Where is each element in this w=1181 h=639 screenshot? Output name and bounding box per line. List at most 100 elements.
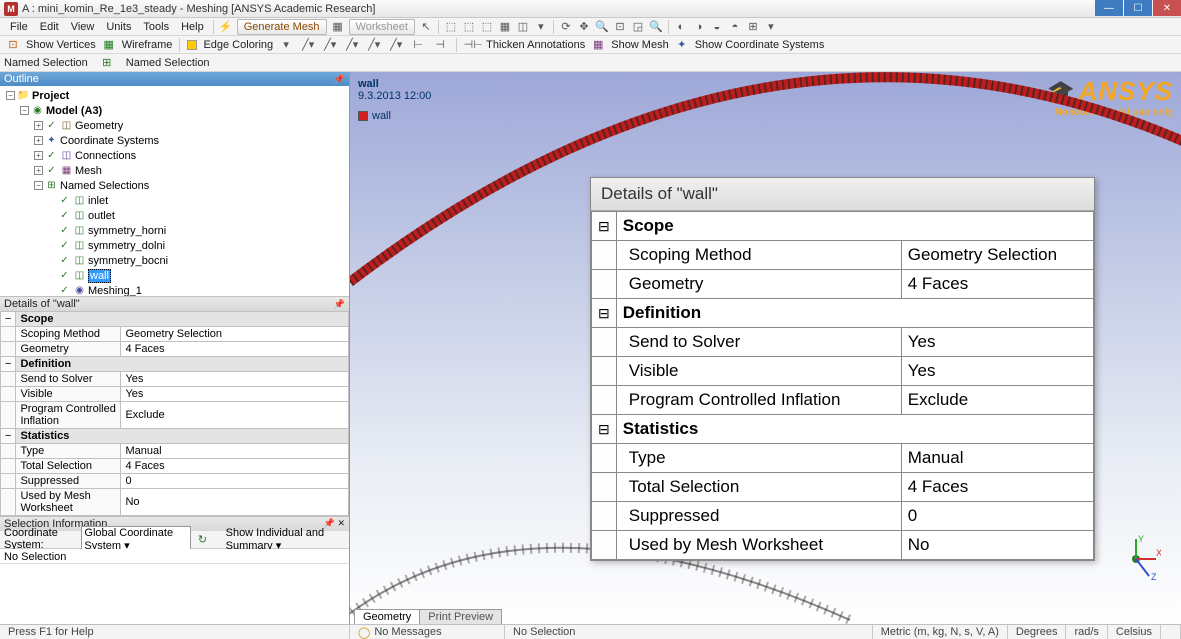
float-val-suppressed[interactable]: 0 bbox=[901, 502, 1093, 531]
collapse-icon[interactable]: ⊟ bbox=[592, 299, 617, 328]
val-total[interactable]: 4 Faces bbox=[121, 458, 349, 473]
collapse-icon[interactable]: − bbox=[20, 106, 29, 115]
float-val-total[interactable]: 4 Faces bbox=[901, 473, 1093, 502]
float-val-visible[interactable]: Yes bbox=[901, 357, 1093, 386]
collapse-icon[interactable]: − bbox=[6, 91, 15, 100]
tree-model[interactable]: −◉Model (A3) bbox=[0, 103, 349, 118]
dropdown-icon[interactable]: ▾ bbox=[763, 19, 779, 35]
float-val-geometry[interactable]: 4 Faces bbox=[901, 270, 1093, 299]
float-val-scoping[interactable]: Geometry Selection bbox=[901, 241, 1093, 270]
menu-file[interactable]: File bbox=[4, 21, 34, 33]
generate-mesh-button[interactable]: Generate Mesh bbox=[237, 19, 327, 35]
collapse-icon[interactable]: ⊟ bbox=[592, 212, 617, 241]
tab-geometry[interactable]: Geometry bbox=[354, 609, 420, 624]
vertices-icon[interactable]: ⊡ bbox=[5, 37, 21, 53]
tree-coord[interactable]: +✦Coordinate Systems bbox=[0, 133, 349, 148]
worksheet-button[interactable]: Worksheet bbox=[349, 19, 415, 35]
show-mesh-button[interactable]: Show Mesh bbox=[611, 39, 668, 51]
view-icon[interactable]: ◓ bbox=[727, 19, 743, 35]
panel-pin-icon[interactable]: 📌 bbox=[334, 74, 345, 85]
menu-units[interactable]: Units bbox=[100, 21, 137, 33]
expand-icon[interactable]: + bbox=[34, 136, 43, 145]
view-icon[interactable]: ◑ bbox=[691, 19, 707, 35]
edge-coloring-button[interactable]: Edge Coloring bbox=[203, 39, 273, 51]
collapse-icon[interactable]: − bbox=[1, 311, 16, 326]
show-vertices-button[interactable]: Show Vertices bbox=[26, 39, 96, 51]
expand-icon[interactable]: + bbox=[34, 151, 43, 160]
wireframe-icon[interactable]: ▦ bbox=[101, 37, 117, 53]
fit-icon[interactable]: ◲ bbox=[630, 19, 646, 35]
edge-tool-icon[interactable]: ╱▾ bbox=[322, 37, 338, 53]
select-icon[interactable]: ⬚ bbox=[479, 19, 495, 35]
float-val-inflation[interactable]: Exclude bbox=[901, 386, 1093, 415]
select-icon[interactable]: ▦ bbox=[497, 19, 513, 35]
status-degrees[interactable]: Degrees bbox=[1008, 625, 1067, 639]
select-icon[interactable]: ⬚ bbox=[443, 19, 459, 35]
float-val-usedby[interactable]: No bbox=[901, 531, 1093, 560]
pan-icon[interactable]: ✥ bbox=[576, 19, 592, 35]
view-icon[interactable]: ⊞ bbox=[745, 19, 761, 35]
edge-tool-icon[interactable]: ⊣ bbox=[432, 37, 448, 53]
dropdown-icon[interactable]: ▾ bbox=[533, 19, 549, 35]
val-scoping-method[interactable]: Geometry Selection bbox=[121, 326, 349, 341]
tree-mesh[interactable]: +✓▦Mesh bbox=[0, 163, 349, 178]
select-icon[interactable]: ◫ bbox=[515, 19, 531, 35]
mesh-icon[interactable]: ▦ bbox=[590, 37, 606, 53]
thicken-button[interactable]: Thicken Annotations bbox=[486, 39, 585, 51]
collapse-icon[interactable]: − bbox=[34, 181, 43, 190]
edge-tool-icon[interactable]: ╱▾ bbox=[366, 37, 382, 53]
tree-outlet[interactable]: ✓◫outlet bbox=[0, 208, 349, 223]
maximize-button[interactable]: ☐ bbox=[1124, 0, 1152, 16]
menu-tools[interactable]: Tools bbox=[137, 21, 175, 33]
dropdown-icon[interactable]: ▾ bbox=[278, 37, 294, 53]
collapse-icon[interactable]: − bbox=[1, 428, 16, 443]
panel-pin-icon[interactable]: 📌 bbox=[334, 299, 345, 310]
val-visible[interactable]: Yes bbox=[121, 386, 349, 401]
tree-wall[interactable]: ✓◫wall bbox=[0, 268, 349, 283]
menu-edit[interactable]: Edit bbox=[34, 21, 65, 33]
wireframe-button[interactable]: Wireframe bbox=[122, 39, 173, 51]
named-selection-button[interactable]: Named Selection bbox=[126, 57, 210, 69]
tree-inlet[interactable]: ✓◫inlet bbox=[0, 193, 349, 208]
collapse-icon[interactable]: − bbox=[1, 356, 16, 371]
toolbar-icon[interactable]: ▦ bbox=[330, 19, 346, 35]
tree-symh[interactable]: ✓◫symmetry_horni bbox=[0, 223, 349, 238]
val-geometry[interactable]: 4 Faces bbox=[121, 341, 349, 356]
edge-tool-icon[interactable]: ╱▾ bbox=[300, 37, 316, 53]
val-suppressed[interactable]: 0 bbox=[121, 473, 349, 488]
val-type[interactable]: Manual bbox=[121, 443, 349, 458]
thicken-icon[interactable]: ⊣⊢ bbox=[465, 37, 481, 53]
tree-symb[interactable]: ✓◫symmetry_bocni bbox=[0, 253, 349, 268]
expand-icon[interactable]: + bbox=[34, 121, 43, 130]
tree-m1[interactable]: ✓◉Meshing_1 bbox=[0, 283, 349, 296]
tree-geometry[interactable]: +✓◫Geometry bbox=[0, 118, 349, 133]
tree-connections[interactable]: +✓◫Connections bbox=[0, 148, 349, 163]
view-icon[interactable]: ◐ bbox=[673, 19, 689, 35]
close-button[interactable]: ✕ bbox=[1153, 0, 1181, 16]
zoom-icon[interactable]: 🔍 bbox=[594, 19, 610, 35]
lightning-icon[interactable]: ⚡ bbox=[218, 19, 234, 35]
view-icon[interactable]: ◒ bbox=[709, 19, 725, 35]
tree-symd[interactable]: ✓◫symmetry_dolni bbox=[0, 238, 349, 253]
graphics-viewport[interactable]: wall 9.3.2013 12:00 wall 🎓 ANSYS Noncomm… bbox=[350, 72, 1181, 624]
coord-icon[interactable]: ✦ bbox=[674, 37, 690, 53]
edge-tool-icon[interactable]: ╱▾ bbox=[388, 37, 404, 53]
status-messages[interactable]: ◯No Messages bbox=[350, 625, 505, 639]
tree-namedselections[interactable]: −⊞Named Selections bbox=[0, 178, 349, 193]
tree-project[interactable]: −📁Project bbox=[0, 88, 349, 103]
minimize-button[interactable]: — bbox=[1095, 0, 1123, 16]
show-coord-button[interactable]: Show Coordinate Systems bbox=[695, 39, 825, 51]
edge-tool-icon[interactable]: ⊢ bbox=[410, 37, 426, 53]
zoom-box-icon[interactable]: ⊡ bbox=[612, 19, 628, 35]
collapse-icon[interactable]: ⊟ bbox=[592, 415, 617, 444]
val-inflation[interactable]: Exclude bbox=[121, 401, 349, 428]
cursor-icon[interactable]: ↖ bbox=[418, 19, 434, 35]
menu-view[interactable]: View bbox=[65, 21, 101, 33]
outline-tree[interactable]: −📁Project −◉Model (A3) +✓◫Geometry +✦Coo… bbox=[0, 86, 349, 296]
float-val-send[interactable]: Yes bbox=[901, 328, 1093, 357]
tab-print-preview[interactable]: Print Preview bbox=[419, 609, 502, 624]
menu-help[interactable]: Help bbox=[175, 21, 210, 33]
expand-icon[interactable]: + bbox=[34, 166, 43, 175]
status-celsius[interactable]: Celsius bbox=[1108, 625, 1161, 639]
named-sel-icon[interactable]: ⊞ bbox=[99, 55, 115, 71]
